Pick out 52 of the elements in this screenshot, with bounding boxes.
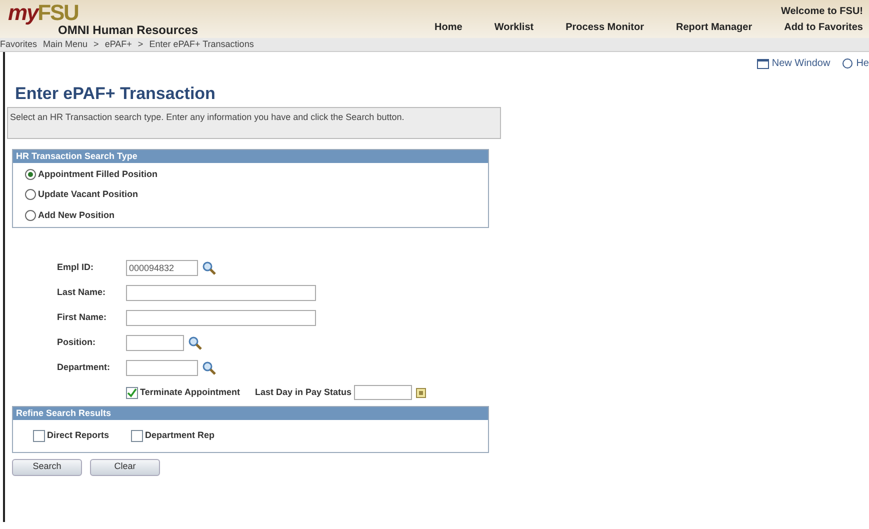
breadcrumb-item[interactable]: Main Menu bbox=[43, 38, 88, 52]
app-name: OMNI Human Resources bbox=[58, 24, 198, 36]
checkbox[interactable] bbox=[131, 430, 144, 442]
action-button[interactable]: Clear bbox=[90, 458, 160, 476]
checkbox-label: Department Rep bbox=[145, 429, 215, 442]
radio-button[interactable] bbox=[25, 210, 36, 221]
window-icon bbox=[756, 58, 769, 68]
checkbox-label: Terminate Appointment bbox=[140, 386, 240, 399]
breadcrumb-item[interactable]: Enter ePAF+ Transactions bbox=[149, 38, 254, 52]
text-field[interactable] bbox=[126, 285, 316, 301]
nav-link[interactable]: Process Monitor bbox=[566, 20, 644, 35]
checkbox-label: Direct Reports bbox=[47, 429, 110, 442]
field-label: Empl ID: bbox=[57, 261, 95, 274]
welcome-text: Welcome to FSU! bbox=[780, 5, 863, 19]
calendar-icon[interactable] bbox=[416, 388, 426, 398]
radio-button[interactable] bbox=[25, 168, 36, 180]
checkbox[interactable] bbox=[33, 430, 45, 442]
field-label: Position: bbox=[57, 336, 96, 350]
text-field[interactable] bbox=[126, 310, 316, 326]
help-link[interactable]: He bbox=[842, 56, 869, 71]
breadcrumb-item[interactable]: Favorites bbox=[0, 38, 38, 52]
section-header: HR Transaction Search Type bbox=[13, 150, 488, 162]
action-button[interactable]: Search bbox=[12, 458, 82, 476]
breadcrumb-item[interactable]: > bbox=[94, 38, 99, 52]
field-label: Department: bbox=[57, 361, 112, 374]
field-label: Last Name: bbox=[57, 286, 107, 300]
nav-link[interactable]: Home bbox=[434, 20, 462, 35]
instructions-box: Select an HR Transaction search type. Enter any information you have and click the Search button. bbox=[7, 106, 501, 138]
text-field[interactable]: 000094832 bbox=[126, 260, 198, 276]
search-icon[interactable] bbox=[202, 361, 216, 375]
field-label: First Name: bbox=[57, 311, 108, 324]
search-icon[interactable] bbox=[188, 336, 202, 350]
nav-link[interactable]: Worklist bbox=[494, 20, 534, 35]
nav-link[interactable]: Report Manager bbox=[676, 20, 752, 35]
breadcrumb-item[interactable]: > bbox=[138, 38, 144, 52]
text-field[interactable] bbox=[126, 360, 198, 376]
new-window-link[interactable]: New Window bbox=[756, 56, 830, 71]
logo-text: FSU bbox=[38, 2, 78, 24]
radio-label: Update Vacant Position bbox=[38, 188, 138, 201]
nav-link[interactable]: Add to Favorites bbox=[784, 20, 863, 35]
search-icon[interactable] bbox=[202, 261, 216, 275]
page-title: Enter ePAF+ Transaction bbox=[15, 83, 216, 105]
radio-button[interactable] bbox=[25, 189, 36, 200]
logo-text: my bbox=[8, 2, 38, 24]
section-header: Refine Search Results bbox=[13, 407, 488, 420]
radio-label: Appointment Filled Position bbox=[38, 168, 158, 181]
date-field[interactable] bbox=[354, 385, 412, 400]
field-label: Last Day in Pay Status bbox=[255, 386, 352, 399]
checkbox[interactable] bbox=[126, 386, 138, 398]
radio-label: Add New Position bbox=[38, 208, 114, 222]
breadcrumb-item[interactable]: ePAF+ bbox=[104, 38, 132, 52]
text-field[interactable] bbox=[126, 335, 184, 351]
